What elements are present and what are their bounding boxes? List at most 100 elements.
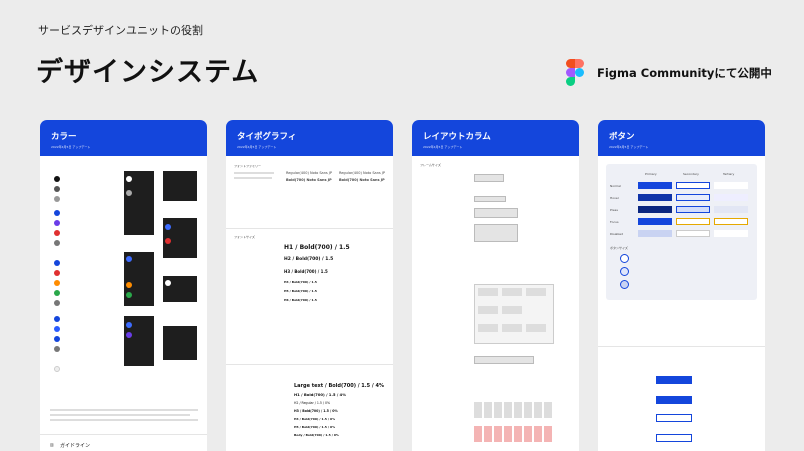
row-label: Hover <box>610 196 619 200</box>
text-line <box>50 409 198 411</box>
layout-cell <box>502 288 522 296</box>
layout-cell <box>502 324 522 332</box>
color-swatches: ▥ ガイドライン <box>40 156 207 451</box>
page-subtitle: サービスデザインユニットの役割 <box>38 24 203 37</box>
font-bold: Bold(700) Noto Sans JP <box>286 178 332 182</box>
typography-samples: フォントファミリー Regular(400) Noto Sans JP Bold… <box>226 156 393 451</box>
text-line <box>234 172 274 174</box>
card-typography[interactable]: タイポグラフィ 2022年4月5日 アップデート フォントファミリー Regul… <box>226 120 393 451</box>
column-strip <box>474 402 554 418</box>
swatch-dark-panel <box>163 326 197 360</box>
swatch-white <box>165 280 171 286</box>
layout-box <box>474 208 518 218</box>
page-title: デザインシステム <box>36 57 260 88</box>
divider <box>40 434 207 435</box>
swatch-dark-panel <box>163 171 197 201</box>
button-tertiary-sample <box>714 218 748 225</box>
card-color[interactable]: カラー 2022年4月5日 アップデート ▥ ガイドライン <box>40 120 207 451</box>
swatch-gray <box>54 240 60 246</box>
state-circle <box>620 254 629 263</box>
button-primary-sample <box>638 230 672 237</box>
icon-book: ▥ <box>50 442 54 447</box>
card-header: タイポグラフィ 2022年4月5日 アップデート <box>226 120 393 156</box>
font-regular: Regular(400) Noto Sans JP <box>286 171 332 175</box>
layout-box <box>474 174 504 182</box>
button-tertiary-sample <box>714 194 748 201</box>
swatch-blue <box>126 256 132 262</box>
card-layout-column[interactable]: レイアウトカラム 2022年4月5日 アップデート フレームサイズ <box>412 120 579 451</box>
font-size-label: フォントサイズ <box>234 235 255 239</box>
swatch-blue <box>54 260 60 266</box>
swatch-blue <box>165 224 171 230</box>
divider <box>226 228 393 229</box>
swatch-gray <box>54 196 60 202</box>
guideline-heading: ガイドライン <box>60 443 91 449</box>
layout-cell <box>478 306 498 314</box>
swatch-green <box>126 292 132 298</box>
card-button[interactable]: ボタン 2022年4月5日 アップデート Primary Secondary T… <box>598 120 765 451</box>
sample-list-item: H5 / Bold(700) / 1.5 / 0% <box>294 425 336 429</box>
swatch-blue <box>54 336 60 342</box>
swatch-gray <box>54 300 60 306</box>
sample-h4: H4 / Bold(700) / 1.5 <box>284 280 317 284</box>
divider <box>226 364 393 365</box>
button-primary-sample <box>638 218 672 225</box>
swatch-gray <box>54 346 60 352</box>
sample-h5: H5 / Bold(700) / 1.5 <box>284 289 317 293</box>
button-sample <box>656 396 692 404</box>
swatch-red <box>165 238 171 244</box>
button-primary-sample <box>638 206 672 213</box>
row-label: Normal <box>610 184 621 188</box>
sample-list-item: H4 / Bold(700) / 1.5 / 0% <box>294 417 336 421</box>
card-date: 2022年4月5日 アップデート <box>237 145 277 149</box>
swatch-white <box>126 176 132 182</box>
text-line <box>50 419 198 421</box>
frame-size-label: フレームサイズ <box>420 163 441 167</box>
card-title: タイポグラフィ <box>237 132 297 142</box>
font-family-label: フォントファミリー <box>234 164 262 168</box>
swatch-dark-panel <box>124 352 154 366</box>
swatch-red <box>54 230 60 236</box>
layout-cell <box>526 324 546 332</box>
button-sample <box>656 414 692 422</box>
swatch-gray <box>126 190 132 196</box>
card-header: カラー 2022年4月5日 アップデート <box>40 120 207 156</box>
row-label: Disabled <box>610 232 624 236</box>
column-label: Secondary <box>683 172 699 176</box>
layout-diagrams: フレームサイズ <box>412 156 579 451</box>
button-secondary-sample <box>676 230 710 237</box>
button-sample <box>656 434 692 442</box>
column-label: Primary <box>645 172 657 176</box>
swatch-white <box>54 366 60 372</box>
card-date: 2022年4月5日 アップデート <box>609 145 649 149</box>
font-bold: Bold(700) Noto Sans JP <box>339 178 385 182</box>
swatch-gray <box>54 186 60 192</box>
figma-community-link[interactable]: Figma Communityにて公開中 <box>566 59 772 87</box>
button-tertiary-sample <box>714 206 748 213</box>
sample-h3: H3 / Bold(700) / 1.5 <box>284 269 328 274</box>
column-label: Tertiary <box>723 172 735 176</box>
column-strip-red <box>474 426 554 442</box>
button-secondary-sample <box>676 194 710 201</box>
sample-h6: H6 / Bold(700) / 1.5 <box>284 298 317 302</box>
text-line <box>234 177 272 179</box>
swatch-blue <box>54 316 60 322</box>
swatch-blue <box>126 322 132 328</box>
swatch-orange <box>54 280 60 286</box>
swatch-purple <box>54 220 60 226</box>
row-label: Focus <box>610 220 619 224</box>
layout-box <box>474 356 534 364</box>
sample-h1: H1 / Bold(700) / 1.5 <box>284 244 350 251</box>
swatch-green <box>54 290 60 296</box>
button-sample <box>656 376 692 384</box>
swatch-purple <box>126 332 132 338</box>
sample-list-item: Body / Bold(700) / 1.5 / 0% <box>294 433 339 437</box>
sample-large: Large text / Bold(700) / 1.5 / 4% <box>294 383 384 389</box>
layout-cell <box>502 306 522 314</box>
divider <box>598 346 765 347</box>
sample-list-item: H3 / Bold(700) / 1.5 / 0% <box>294 409 338 413</box>
button-primary-sample <box>638 182 672 189</box>
card-title: レイアウトカラム <box>423 132 491 142</box>
text-line <box>50 414 190 416</box>
button-primary-sample <box>638 194 672 201</box>
